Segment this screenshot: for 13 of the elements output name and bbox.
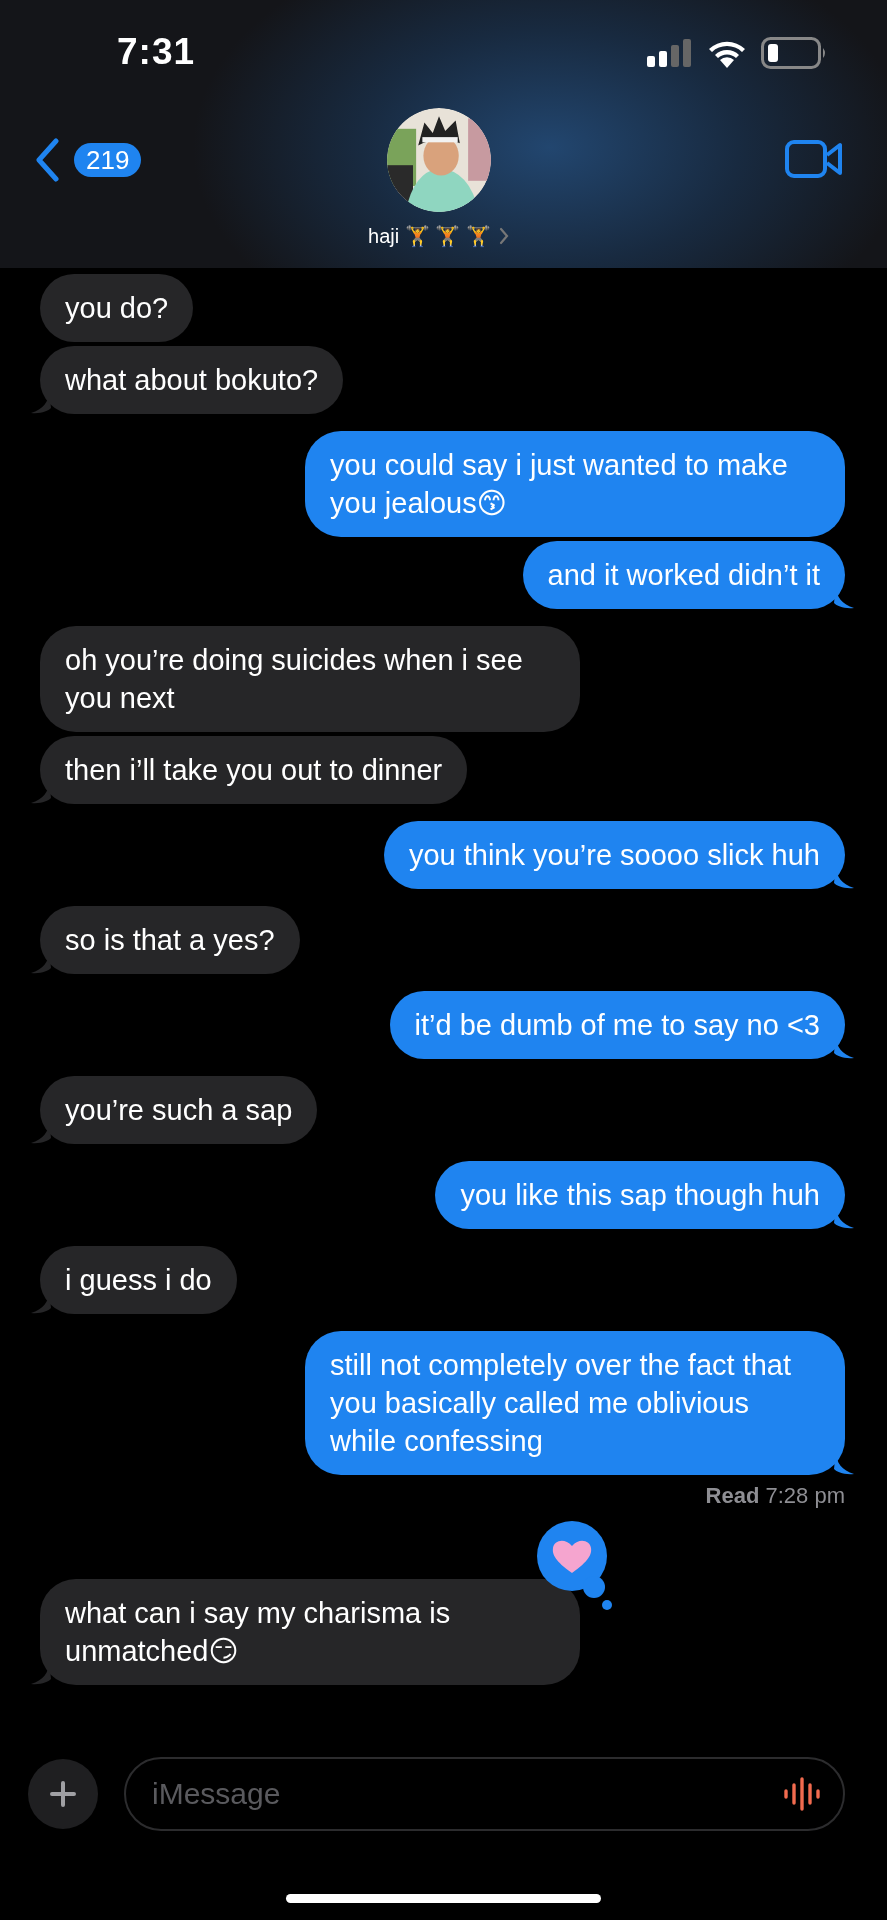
- plus-icon: [50, 1781, 76, 1807]
- status-time: 7:31: [117, 31, 196, 73]
- signal-icon: [647, 39, 693, 67]
- battery-icon: [761, 37, 827, 69]
- waveform-icon[interactable]: [783, 1777, 821, 1811]
- read-receipt: Read 7:28 pm: [705, 1483, 845, 1509]
- message-field[interactable]: iMessage: [124, 1757, 845, 1831]
- video-call-icon[interactable]: [785, 140, 843, 178]
- unread-count-badge[interactable]: 219: [74, 143, 142, 177]
- back-icon[interactable]: [34, 138, 60, 182]
- contact-name[interactable]: haji 🏋 🏋 🏋: [368, 224, 491, 248]
- heart-reaction-icon: [537, 1521, 613, 1613]
- chevron-right-icon: [498, 227, 509, 245]
